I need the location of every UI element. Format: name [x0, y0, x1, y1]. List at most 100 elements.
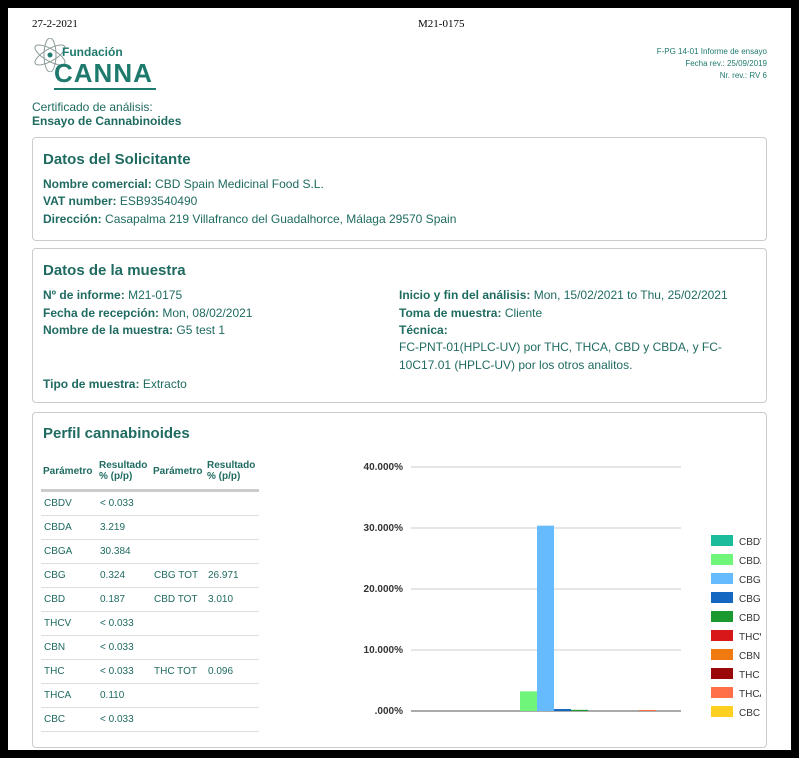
certificate-subtitle: Ensayo de Cannabinoides: [32, 114, 182, 128]
cell-result: < 0.033: [97, 707, 151, 732]
report-page: 27-2-2021 M21-0175 Fundación CANNA F-PG …: [8, 8, 791, 750]
profile-heading: Perfil cannabinoides: [43, 425, 190, 442]
legend-label-cbc: CBC: [739, 708, 760, 719]
technique-label: Técnica:: [399, 323, 448, 337]
logo-underline: [54, 88, 156, 90]
y-tick-label: 30.000%: [364, 523, 404, 534]
report-number-line: Nº de informe: M21-0175: [43, 288, 183, 302]
results-table: Parámetro Resultado % (p/p) Parámetro Re…: [41, 453, 259, 732]
table-row: CBDA 3.219: [41, 515, 259, 540]
bar-cbg: [554, 709, 571, 711]
cell-param: THC: [41, 659, 97, 684]
bar-thca: [639, 710, 656, 711]
legend-swatch-thca: [711, 687, 733, 698]
sample-heading: Datos de la muestra: [43, 262, 186, 279]
cannabinoid-profile-panel: Perfil cannabinoides Parámetro Resultado…: [32, 412, 767, 748]
cell-result2: 26.971: [205, 563, 259, 588]
sample-panel: Datos de la muestra Nº de informe: M21-0…: [32, 248, 767, 403]
logo-title: CANNA: [54, 58, 153, 88]
sample-name-line: Nombre de la muestra: G5 test 1: [43, 323, 226, 337]
cell-result: < 0.033: [97, 659, 151, 684]
technique-value: FC-PNT-01(HPLC-UV) por THC, THCA, CBD y …: [399, 340, 722, 372]
legend-label-thc: THC: [739, 670, 760, 681]
cell-param: CBC: [41, 707, 97, 732]
certificate-title: Certificado de análisis: Ensayo de Canna…: [32, 100, 181, 128]
legend-label-cbda: CBDA: [739, 556, 761, 567]
cell-result: < 0.033: [97, 611, 151, 636]
legend-label-cbg: CBG: [739, 594, 761, 605]
legend-swatch-cbda: [711, 554, 733, 565]
col-param: Parámetro: [41, 453, 97, 492]
table-row: THCV < 0.033: [41, 611, 259, 636]
cell-param: CBDV: [41, 490, 97, 516]
table-row: CBG 0.324 CBG TOT 26.971: [41, 563, 259, 588]
table-row: CBDV < 0.033: [41, 490, 259, 516]
cell-param: CBG: [41, 563, 97, 588]
cell-result2: [205, 683, 259, 708]
analysis-dates-line: Inicio y fin del análisis: Mon, 15/02/20…: [399, 288, 728, 302]
cell-result2: [205, 515, 259, 540]
legend-swatch-cbc: [711, 706, 733, 717]
results-header-row: Parámetro Resultado % (p/p) Parámetro Re…: [41, 453, 259, 492]
legend-label-thca: THCA: [739, 689, 761, 700]
doc-form-code: F-PG 14-01 Informe de ensayo: [656, 47, 767, 56]
cell-param: CBD: [41, 587, 97, 612]
table-row: THC < 0.033 THC TOT 0.096: [41, 659, 259, 684]
y-tick-label: 20.000%: [364, 584, 404, 595]
cell-param2: [151, 707, 205, 732]
table-row: THCA 0.110: [41, 683, 259, 708]
logo-subtitle: Fundación: [62, 45, 123, 59]
cell-param2: CBG TOT: [151, 563, 205, 588]
bar-cbda: [520, 691, 537, 711]
cell-result2: [205, 635, 259, 660]
table-row: CBD 0.187 CBD TOT 3.010: [41, 587, 259, 612]
table-row: CBGA 30.384: [41, 539, 259, 564]
cell-param2: [151, 515, 205, 540]
applicant-heading: Datos del Solicitante: [43, 151, 191, 168]
cell-result: < 0.033: [97, 635, 151, 660]
y-tick-label: 40.000%: [364, 462, 404, 473]
legend-swatch-cbdv: [711, 535, 733, 546]
cell-result: 3.219: [97, 515, 151, 540]
cell-param: THCA: [41, 683, 97, 708]
sample-type-line: Tipo de muestra: Extracto: [43, 377, 187, 391]
legend-label-cbd: CBD: [739, 613, 760, 624]
doc-revision-number: Nr. rev.: RV 6: [719, 71, 767, 80]
legend-swatch-thc: [711, 668, 733, 679]
cell-result: 0.110: [97, 683, 151, 708]
cell-param2: [151, 683, 205, 708]
legend-swatch-cbn: [711, 649, 733, 660]
cell-param2: [151, 611, 205, 636]
cell-result2: 3.010: [205, 587, 259, 612]
legend-label-cbga: CBGA: [739, 575, 761, 586]
cell-result: 0.187: [97, 587, 151, 612]
cell-result2: [205, 539, 259, 564]
cell-param2: [151, 490, 205, 516]
legend-label-thcv: THCV: [739, 632, 761, 643]
cell-result2: [205, 490, 259, 516]
applicant-panel: Datos del Solicitante Nombre comercial: …: [32, 137, 767, 241]
print-date: 27-2-2021: [32, 18, 78, 30]
certificate-label: Certificado de análisis:: [32, 100, 153, 114]
bar-cbga: [537, 525, 554, 711]
col-result: Resultado % (p/p): [97, 453, 151, 492]
reception-date-line: Fecha de recepción: Mon, 08/02/2021: [43, 306, 253, 320]
doc-revision-date: Fecha rev.: 25/09/2019: [685, 59, 767, 68]
table-row: CBC < 0.033: [41, 707, 259, 732]
trade-name-line: Nombre comercial: CBD Spain Medicinal Fo…: [43, 177, 324, 191]
cell-result: < 0.033: [97, 490, 151, 516]
cell-param: CBGA: [41, 539, 97, 564]
report-code-header: M21-0175: [418, 18, 465, 30]
cell-result2: 0.096: [205, 659, 259, 684]
cell-param: CBDA: [41, 515, 97, 540]
legend-label-cbn: CBN: [739, 651, 760, 662]
cell-param: THCV: [41, 611, 97, 636]
legend-swatch-cbga: [711, 573, 733, 584]
document-meta: F-PG 14-01 Informe de ensayo Fecha rev.:…: [657, 46, 767, 82]
vat-line: VAT number: ESB93540490: [43, 194, 198, 208]
sampling-line: Toma de muestra: Cliente: [399, 306, 543, 320]
table-row: CBN < 0.033: [41, 635, 259, 660]
y-tick-label: 10.000%: [364, 645, 404, 656]
cell-param2: CBD TOT: [151, 587, 205, 612]
legend-swatch-cbg: [711, 592, 733, 603]
